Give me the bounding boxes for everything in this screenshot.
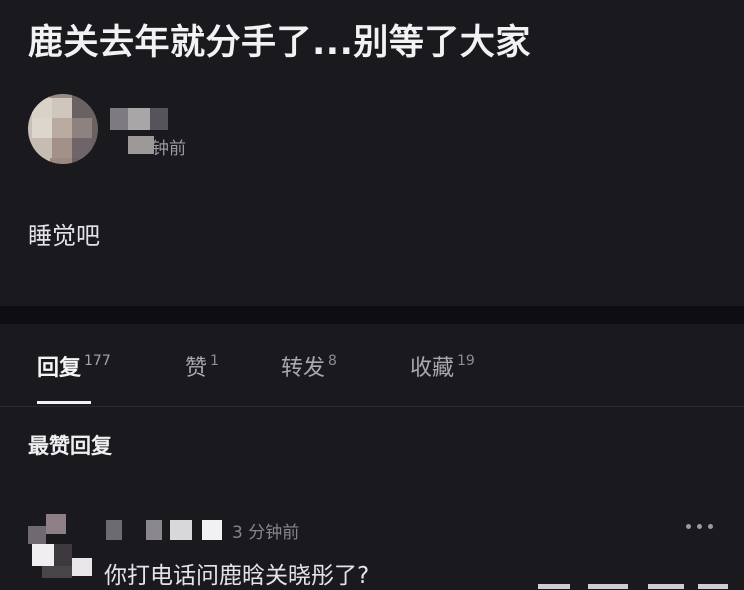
reply-avatar[interactable] xyxy=(28,514,92,578)
tab-reposts-count: 8 xyxy=(328,353,337,369)
next-item-redacted xyxy=(538,584,738,589)
tab-bar: 回复 177 赞1 转发 8 收藏 19 xyxy=(0,324,744,406)
tab-replies-label: 回复 xyxy=(37,356,82,381)
section-divider xyxy=(0,306,744,324)
tab-likes[interactable]: 赞1 xyxy=(185,350,219,382)
post-card: 鹿关去年就分手了...别等了大家 钟前 睡觉吧 xyxy=(0,0,744,306)
reply-time: 3 分钟前 xyxy=(232,523,300,543)
reply-name-redacted xyxy=(106,520,226,540)
tab-reposts[interactable]: 转发 8 xyxy=(281,350,337,382)
author-row[interactable]: 钟前 xyxy=(28,94,328,164)
tab-likes-label: 赞 xyxy=(185,356,208,381)
post-body: 睡觉吧 xyxy=(28,222,100,250)
author-name-redacted xyxy=(110,108,190,130)
top-replies-heading: 最赞回复 xyxy=(28,434,112,458)
tab-replies-count: 177 xyxy=(84,353,111,369)
tab-favorites[interactable]: 收藏 19 xyxy=(410,350,475,382)
time-redacted xyxy=(128,136,154,154)
reply-item: 3 分钟前 你打电话问鹿晗关晓彤了? xyxy=(0,490,744,589)
reply-text: 你打电话问鹿晗关晓彤了? xyxy=(104,563,370,589)
active-tab-indicator xyxy=(37,401,91,404)
post-time: 钟前 xyxy=(152,139,186,159)
tab-bar-border xyxy=(0,406,744,407)
post-title: 鹿关去年就分手了...别等了大家 xyxy=(28,23,531,63)
tab-favorites-count: 19 xyxy=(457,353,475,369)
tab-favorites-label: 收藏 xyxy=(410,356,455,381)
tab-replies[interactable]: 回复 177 xyxy=(37,350,111,382)
tab-reposts-label: 转发 xyxy=(281,356,326,381)
tab-likes-count: 1 xyxy=(210,353,219,369)
avatar[interactable] xyxy=(28,94,98,164)
more-dots-icon[interactable] xyxy=(684,520,716,532)
